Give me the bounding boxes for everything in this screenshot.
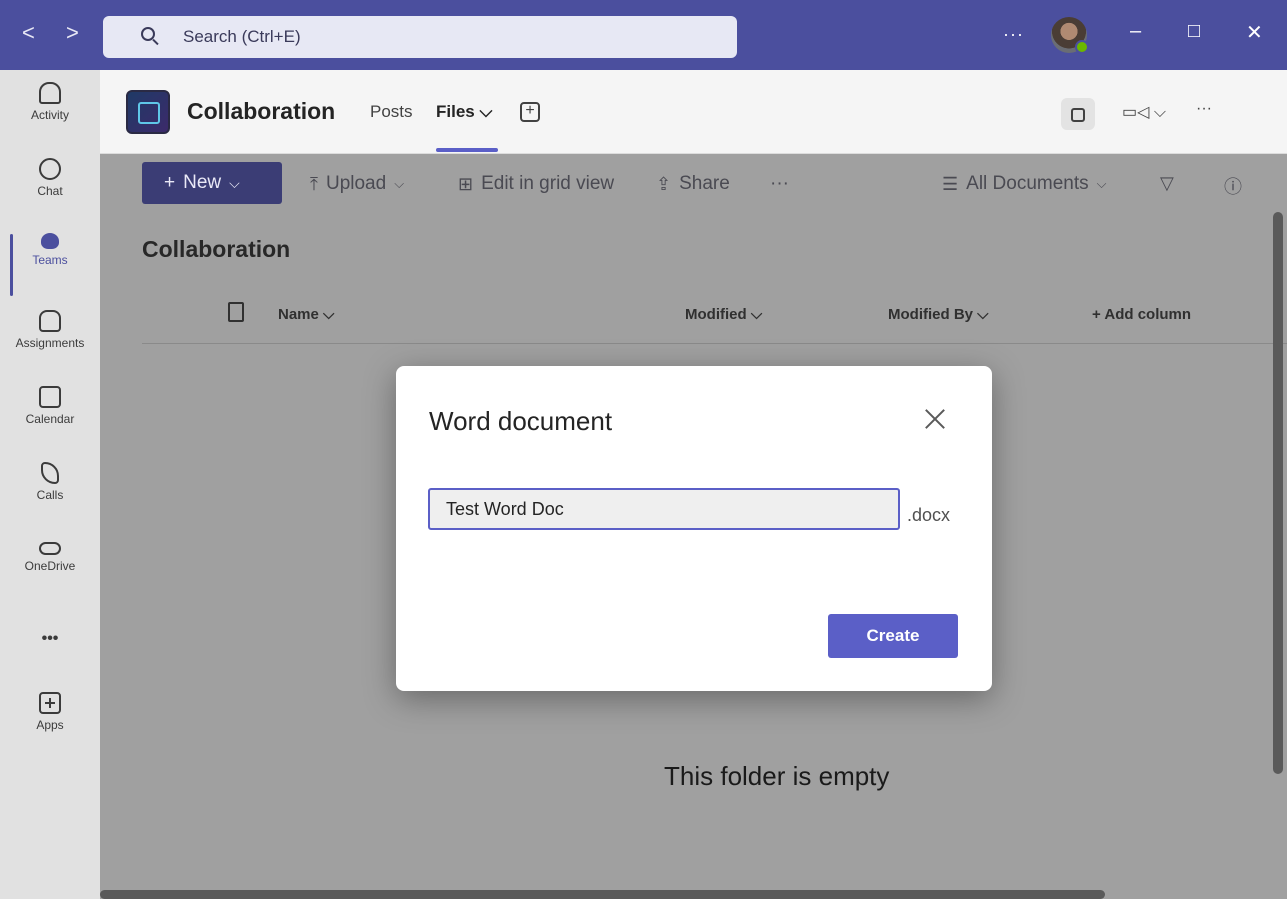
chat-icon <box>39 158 61 180</box>
filter-icon: ▽ <box>1160 173 1174 193</box>
minimize-button[interactable]: – <box>1130 20 1141 43</box>
calendar-icon <box>39 386 61 408</box>
share-label: Share <box>679 173 730 194</box>
tab-posts[interactable]: Posts <box>370 102 413 122</box>
new-button[interactable]: + New ⌵ <box>142 162 282 204</box>
file-extension: .docx <box>907 505 951 525</box>
column-name[interactable]: Name ⌵ <box>278 306 334 323</box>
grid-icon: ⊞ <box>458 173 474 194</box>
edit-grid-button[interactable]: ⊞ Edit in grid view <box>458 173 614 195</box>
add-column-button[interactable]: + Add column <box>1092 306 1191 323</box>
maximize-button[interactable]: □ <box>1188 20 1200 43</box>
rail-label: Apps <box>36 718 64 732</box>
search-icon <box>141 27 155 41</box>
file-type-icon <box>228 302 244 322</box>
add-tab-button[interactable]: + <box>520 102 540 122</box>
view-selector[interactable]: ☰ All Documents ⌵ <box>942 173 1107 195</box>
create-button[interactable]: Create <box>828 614 958 658</box>
column-header-row: Name ⌵ Modified ⌵ Modified By ⌵ + Add co… <box>142 294 1287 344</box>
rail-label: OneDrive <box>24 559 76 573</box>
rail-label: Calls <box>36 488 64 502</box>
more-options-button[interactable]: ··· <box>1003 24 1024 45</box>
title-bar: < > Search (Ctrl+E) ··· – □ ✕ <box>0 0 1287 70</box>
avatar[interactable] <box>1051 17 1089 54</box>
upload-label: Upload <box>325 173 387 194</box>
back-button[interactable]: < <box>22 22 35 44</box>
app-rail: Activity Chat Teams Assignments Calendar… <box>0 70 100 899</box>
channel-header: Collaboration Posts Files ⌵ + ▭◁ ⌵ ··· <box>100 70 1287 154</box>
column-modified[interactable]: Modified ⌵ <box>685 306 762 323</box>
rail-item-assignments[interactable]: Assignments <box>0 310 100 378</box>
rail-label: Assignments <box>15 336 85 350</box>
rail-item-teams[interactable]: Teams <box>0 230 100 298</box>
share-button[interactable]: ⇪ Share <box>656 173 730 195</box>
filename-input[interactable] <box>428 488 900 530</box>
active-tab-indicator <box>436 148 498 152</box>
video-call-button[interactable]: ▭◁ ⌵ <box>1122 102 1166 134</box>
rail-label: Activity <box>30 108 69 122</box>
rail-item-calendar[interactable]: Calendar <box>0 386 100 454</box>
rail-item-activity[interactable]: Activity <box>0 82 100 150</box>
edit-grid-label: Edit in grid view <box>481 173 615 194</box>
new-label: New <box>183 172 222 193</box>
dialog-title: Word document <box>429 406 613 436</box>
forward-button[interactable]: > <box>66 22 79 44</box>
command-more-button[interactable]: ··· <box>770 173 789 195</box>
horizontal-scrollbar[interactable] <box>100 890 1105 899</box>
presence-available-icon <box>1075 40 1089 54</box>
view-label: All Documents <box>966 173 1089 194</box>
empty-folder-message: This folder is empty <box>664 761 890 791</box>
chevron-down-icon: ⌵ <box>229 174 240 191</box>
search-placeholder: Search (Ctrl+E) <box>183 27 301 46</box>
phone-icon <box>41 462 59 484</box>
bell-icon <box>39 82 61 104</box>
cloud-icon <box>39 542 61 555</box>
close-window-button[interactable]: ✕ <box>1246 20 1263 45</box>
info-icon: ⓘ <box>1224 177 1242 197</box>
rail-item-more[interactable]: ••• <box>0 626 100 694</box>
vertical-scrollbar[interactable] <box>1273 212 1283 774</box>
rail-item-onedrive[interactable]: OneDrive <box>0 536 100 604</box>
teams-icon <box>41 233 59 249</box>
new-word-document-dialog: Word document .docx Create <box>396 366 992 691</box>
library-title: Collaboration <box>142 236 291 262</box>
filter-button[interactable]: ▽ <box>1160 173 1174 194</box>
backpack-icon <box>39 310 61 332</box>
more-icon: ••• <box>41 630 59 647</box>
rail-label: Chat <box>37 184 63 198</box>
upload-icon: ⤒ <box>310 173 318 194</box>
chevron-down-icon: ⌵ <box>1096 176 1107 191</box>
team-logo <box>126 90 170 134</box>
command-bar: + New ⌵ ⤒ Upload ⌵ ⊞ Edit in grid view ⇪… <box>100 154 1287 214</box>
plus-icon: + <box>164 172 176 193</box>
rail-item-apps[interactable]: Apps <box>0 692 100 760</box>
view-lines-icon: ☰ <box>942 173 959 194</box>
rail-label: Teams <box>32 253 68 267</box>
more-icon: ··· <box>770 173 789 194</box>
tab-files[interactable]: Files ⌵ <box>436 102 492 122</box>
close-icon[interactable] <box>924 408 946 430</box>
upload-button[interactable]: ⤒ Upload ⌵ <box>310 173 404 195</box>
rail-label: Calendar <box>25 412 75 426</box>
rail-item-calls[interactable]: Calls <box>0 462 100 530</box>
search-box[interactable]: Search (Ctrl+E) <box>103 16 737 58</box>
share-icon: ⇪ <box>656 173 672 194</box>
rail-item-chat[interactable]: Chat <box>0 158 100 226</box>
apps-icon <box>39 692 61 714</box>
store-icon[interactable] <box>1061 98 1095 130</box>
channel-title: Collaboration <box>187 98 336 124</box>
chevron-down-icon: ⌵ <box>394 176 405 191</box>
column-modified-by[interactable]: Modified By ⌵ <box>888 306 989 323</box>
info-button[interactable]: ⓘ <box>1224 173 1242 199</box>
header-more-button[interactable]: ··· <box>1196 100 1212 132</box>
